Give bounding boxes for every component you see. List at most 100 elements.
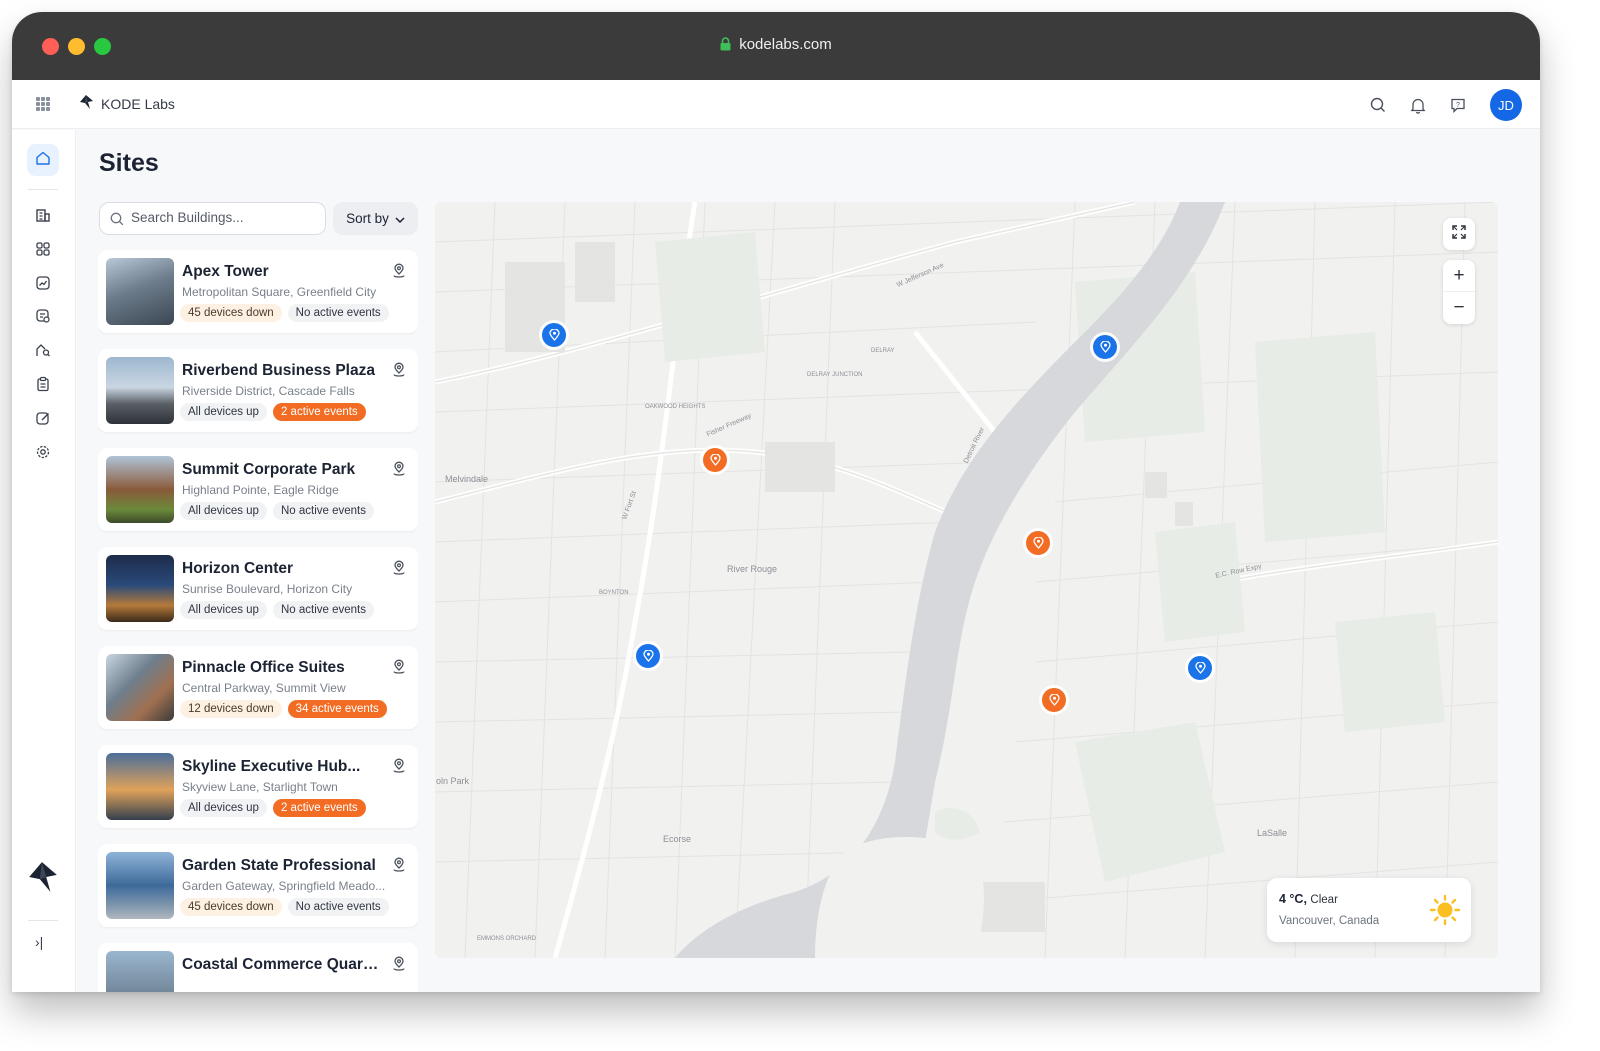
events-status-badge: No active events [272, 601, 374, 619]
site-marker[interactable] [1093, 335, 1117, 359]
map-basemap [435, 202, 1498, 958]
weather-temp-value: 4 °C, [1279, 892, 1307, 906]
sidebar-item-notes[interactable] [33, 410, 53, 430]
site-card[interactable]: Apex Tower Metropolitan Square, Greenfiel… [98, 250, 418, 333]
fullscreen-button[interactable] [1443, 218, 1475, 250]
locate-pin-icon[interactable] [391, 956, 407, 977]
clipboard-icon [35, 376, 51, 397]
site-card[interactable]: Pinnacle Office Suites Central Parkway, S… [98, 646, 418, 729]
building-thumbnail [106, 753, 174, 820]
map-pin-icon [709, 454, 721, 466]
building-thumbnail [106, 555, 174, 622]
locate-pin-icon[interactable] [391, 263, 407, 284]
site-name: Garden State Professional [182, 857, 376, 874]
sidebar-item-settings[interactable] [33, 444, 53, 464]
site-address: Highland Pointe, Eagle Ridge [182, 483, 339, 497]
site-name: Horizon Center [182, 560, 294, 577]
locate-pin-icon[interactable] [391, 560, 407, 581]
locate-pin-icon[interactable] [391, 362, 407, 383]
map-place-label: EMMONS ORCHARD [477, 936, 537, 942]
site-card[interactable]: Skyline Executive Hub... Skyview Lane, St… [98, 745, 418, 828]
site-card[interactable]: Summit Corporate Park Highland Pointe, Ea… [98, 448, 418, 531]
sort-by-button[interactable]: Sort by [333, 202, 418, 235]
devices-status-badge: All devices up [180, 601, 267, 619]
site-address: Garden Gateway, Springfield Meado... [182, 879, 386, 893]
sidebar-collapse-button[interactable]: ›| [35, 934, 43, 950]
site-status-badges: All devices up No active events [180, 502, 374, 520]
map-pin-icon [1048, 694, 1060, 706]
search-input[interactable] [131, 210, 317, 225]
devices-status-badge: 45 devices down [180, 898, 282, 916]
site-name: Summit Corporate Park [182, 461, 356, 478]
brand[interactable]: KODE Labs [79, 94, 175, 113]
site-name: Riverbend Business Plaza [182, 362, 375, 379]
help-icon[interactable]: ? [1448, 95, 1468, 115]
sidebar-item-work-orders[interactable] [33, 308, 53, 328]
fullscreen-icon [1452, 224, 1466, 244]
site-status-badges: All devices up 2 active events [180, 403, 366, 421]
search-icon [110, 212, 124, 226]
search-box[interactable] [99, 202, 326, 235]
map-place-label: OAKWOOD HEIGHTS [645, 404, 706, 410]
site-card[interactable]: Horizon Center Sunrise Boulevard, Horizon… [98, 547, 418, 630]
events-status-badge: No active events [272, 502, 374, 520]
address-bar[interactable]: kodelabs.com [12, 36, 1540, 55]
events-status-badge: 2 active events [272, 403, 366, 421]
locate-pin-icon[interactable] [391, 461, 407, 482]
report-search-icon [35, 342, 51, 363]
events-status-badge: No active events [287, 898, 389, 916]
sidebar-item-checklists[interactable] [33, 376, 53, 396]
map-place-label: LaSalle [1257, 828, 1288, 838]
home-icon [35, 150, 51, 171]
alert-marker[interactable] [1042, 688, 1066, 712]
site-card[interactable]: Garden State Professional Garden Gateway,… [98, 844, 418, 927]
site-marker[interactable] [542, 323, 566, 347]
chevron-down-icon [395, 211, 405, 226]
locate-pin-icon[interactable] [391, 857, 407, 878]
weather-temperature: 4 °C, Clear [1279, 892, 1338, 906]
search-icon[interactable] [1368, 95, 1388, 115]
kode-logo-icon [79, 94, 94, 113]
dashboard-icon [35, 241, 51, 262]
sidebar-divider [28, 189, 58, 190]
site-name: Skyline Executive Hub... [182, 758, 361, 775]
map-pin-icon [548, 329, 560, 341]
locate-pin-icon[interactable] [391, 659, 407, 680]
site-card[interactable]: Coastal Commerce Quarters [98, 943, 418, 992]
site-marker[interactable] [1188, 656, 1212, 680]
building-thumbnail [106, 654, 174, 721]
svg-text:?: ? [1456, 102, 1460, 109]
alert-marker[interactable] [1026, 531, 1050, 555]
site-address: Riverside District, Cascade Falls [182, 384, 355, 398]
apps-grid-icon[interactable] [36, 97, 50, 111]
site-card[interactable]: Riverbend Business Plaza Riverside Distri… [98, 349, 418, 432]
map-place-label: oln Park [436, 776, 470, 786]
lock-icon [720, 37, 731, 55]
zoom-out-button[interactable]: − [1443, 292, 1475, 324]
devices-status-badge: All devices up [180, 502, 267, 520]
sidebar-item-analytics[interactable] [33, 275, 53, 295]
sidebar-item-buildings[interactable] [33, 207, 53, 227]
map-pin-icon [642, 650, 654, 662]
map[interactable]: Melvindale River Rouge Ecorse LaSalle ol… [435, 202, 1498, 958]
locate-pin-icon[interactable] [391, 758, 407, 779]
weather-widget: 4 °C, Clear Vancouver, Canada [1267, 878, 1471, 942]
devices-status-badge: All devices up [180, 403, 267, 421]
map-place-label: Melvindale [445, 474, 489, 484]
sidebar-item-dashboards[interactable] [33, 241, 53, 261]
site-address: Central Parkway, Summit View [182, 681, 346, 695]
sidebar-item-reports[interactable] [33, 342, 53, 362]
zoom-in-button[interactable]: + [1443, 260, 1475, 292]
sidebar-item-home[interactable] [27, 144, 59, 176]
alert-marker[interactable] [703, 448, 727, 472]
bell-icon[interactable] [1408, 95, 1428, 115]
site-marker[interactable] [636, 644, 660, 668]
site-status-badges: 12 devices down 34 active events [180, 700, 387, 718]
devices-status-badge: All devices up [180, 799, 267, 817]
site-status-badges: 45 devices down No active events [180, 898, 389, 916]
avatar[interactable]: JD [1490, 89, 1522, 121]
map-place-label: BOYNTON [599, 590, 629, 596]
weather-location: Vancouver, Canada [1279, 915, 1380, 927]
devices-status-badge: 12 devices down [180, 700, 282, 718]
map-pin-icon [1099, 341, 1111, 353]
